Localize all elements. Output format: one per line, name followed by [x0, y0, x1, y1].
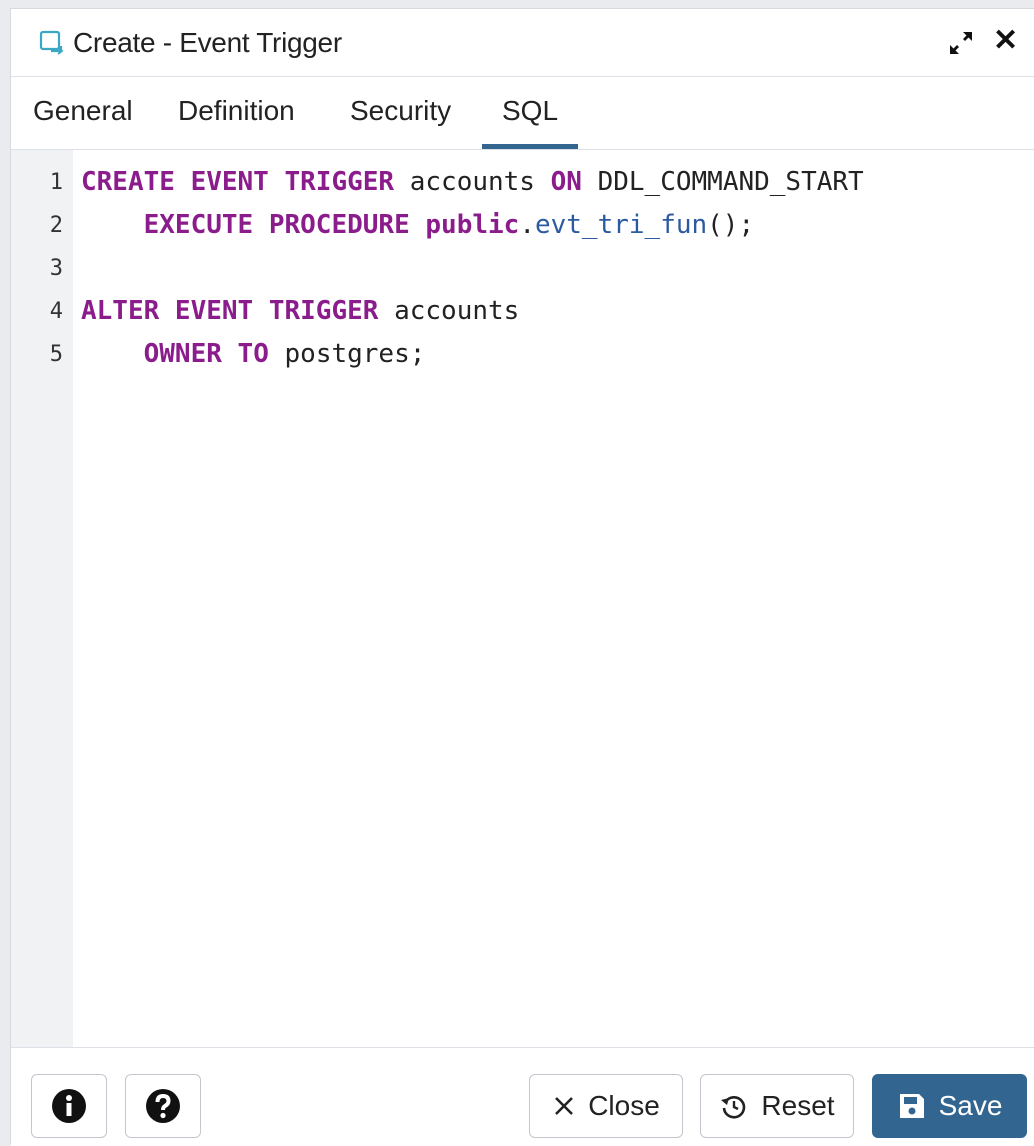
line-number: 5 [49, 342, 63, 367]
tab-security[interactable]: Security [350, 95, 451, 149]
reset-button[interactable]: Reset [700, 1074, 854, 1138]
help-button[interactable] [125, 1074, 201, 1138]
line-number: 2 [49, 213, 63, 238]
reset-button-label: Reset [761, 1090, 835, 1121]
code-text: OWNER TO postgres; [81, 339, 426, 369]
sql-function-name: evt_tri_fun [534, 210, 708, 240]
tab-definition[interactable]: Definition [178, 95, 295, 149]
event-trigger-icon [39, 30, 64, 55]
close-icon[interactable]: ✕ [993, 26, 1018, 56]
info-icon [52, 1089, 86, 1123]
line-number: 4 [49, 299, 63, 324]
dialog-titlebar: Create - Event Trigger ✕ [11, 9, 1034, 77]
close-button-label: Close [588, 1090, 660, 1121]
sql-keyword: CREATE EVENT TRIGGER [81, 167, 395, 197]
sql-text: . [519, 210, 535, 240]
code-text: ALTER EVENT TRIGGER accounts [81, 296, 519, 326]
dialog-footer: Close Reset Save [11, 1047, 1034, 1146]
line-number: 3 [49, 256, 63, 281]
line-number-gutter [11, 150, 73, 1047]
create-event-trigger-dialog: Create - Event Trigger ✕ General Definit… [10, 8, 1034, 1146]
sql-keyword: OWNER TO [143, 339, 269, 369]
save-icon [897, 1091, 927, 1121]
info-button[interactable] [31, 1074, 107, 1138]
sql-text: accounts [394, 167, 551, 197]
sql-keyword: EXECUTE PROCEDURE [143, 210, 410, 240]
close-button[interactable]: Close [529, 1074, 683, 1138]
dialog-title: Create - Event Trigger [73, 27, 342, 58]
save-button-label: Save [938, 1090, 1003, 1121]
code-text: EXECUTE PROCEDURE public.evt_tri_fun(); [81, 210, 755, 240]
tab-bar: General Definition Security SQL [11, 77, 1034, 150]
line-number: 1 [49, 170, 63, 195]
expand-icon[interactable] [947, 29, 975, 57]
code-text: CREATE EVENT TRIGGER accounts ON DDL_COM… [81, 167, 864, 197]
sql-text: (); [707, 210, 755, 240]
sql-keyword: ALTER EVENT TRIGGER [81, 296, 379, 326]
sql-text: postgres; [268, 339, 426, 369]
sql-text: DDL_COMMAND_START [581, 167, 864, 197]
sql-keyword: ON [550, 167, 582, 197]
tab-general[interactable]: General [33, 95, 133, 149]
help-icon [146, 1089, 180, 1123]
close-x-icon [552, 1094, 576, 1118]
sql-text: accounts [378, 296, 520, 326]
save-button[interactable]: Save [872, 1074, 1027, 1138]
sql-editor[interactable]: 1 CREATE EVENT TRIGGER accounts ON DDL_CO… [11, 150, 1034, 1047]
tab-sql[interactable]: SQL [482, 95, 578, 149]
sql-keyword: public [425, 210, 520, 240]
reset-icon [719, 1091, 749, 1121]
